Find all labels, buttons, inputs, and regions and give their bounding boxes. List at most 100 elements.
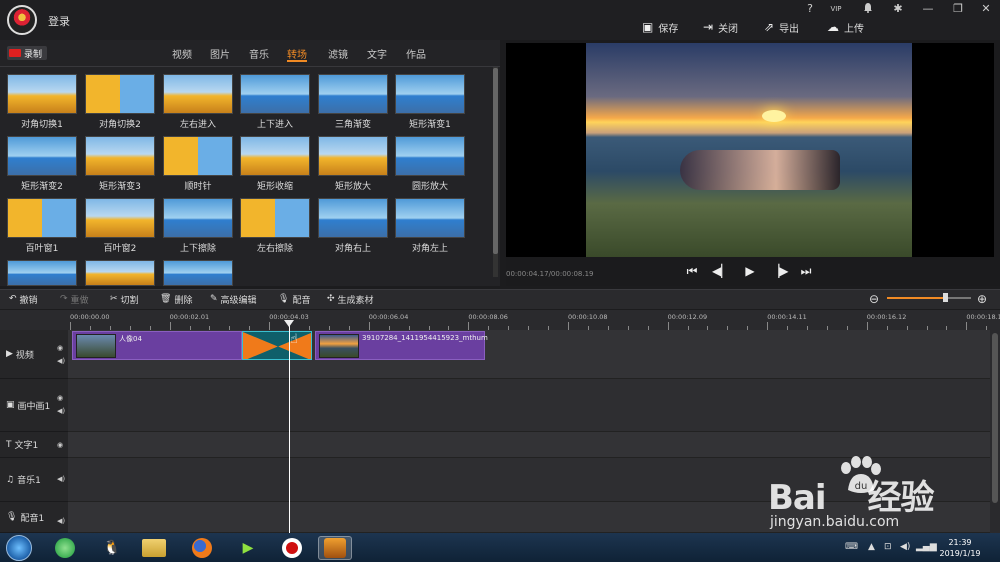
qq-icon[interactable]: 🐧 <box>95 536 129 560</box>
generate-button[interactable]: ✣ 生成素材 <box>327 293 374 306</box>
avatar[interactable] <box>7 5 37 35</box>
restore-icon[interactable]: ❐ <box>948 2 968 16</box>
tab-transition[interactable]: 转场 <box>287 46 307 62</box>
save-icon: ▣ <box>642 20 654 34</box>
ruler-tick-mark <box>348 326 350 330</box>
usb-icon[interactable]: ⊡ <box>884 542 892 552</box>
transition-thumbnail[interactable] <box>85 136 155 176</box>
delete-button[interactable]: 🗑 删除 <box>160 293 192 306</box>
ruler-tick-mark <box>468 322 470 330</box>
keyboard-icon[interactable]: ⌨ <box>845 542 858 552</box>
transition-thumbnail[interactable] <box>85 260 155 286</box>
transition-thumbnail[interactable] <box>7 74 77 114</box>
close-icon[interactable]: ✕ <box>976 2 996 16</box>
video-clip-1[interactable]: 人像04 <box>72 331 242 360</box>
preview-person <box>680 150 840 190</box>
file-explorer-icon[interactable] <box>137 536 171 560</box>
advanced-edit-button[interactable]: ✎ 高级编辑 <box>210 293 257 306</box>
bell-icon[interactable] <box>858 2 878 16</box>
step-back-icon[interactable]: ◀▏ <box>712 264 730 280</box>
library-scrollbar-thumb[interactable] <box>493 68 498 254</box>
app-icon[interactable] <box>318 536 352 560</box>
video-editor-icon[interactable]: ▶ <box>231 536 265 560</box>
pip-track-lane[interactable] <box>68 379 990 432</box>
transition-thumbnail[interactable] <box>85 198 155 238</box>
login-link[interactable]: 登录 <box>48 13 70 29</box>
speaker-icon[interactable]: ◀) <box>57 357 65 365</box>
360-browser-icon[interactable] <box>48 536 82 560</box>
folder-glyph <box>142 539 166 557</box>
zoom-slider-handle[interactable] <box>943 293 948 302</box>
ruler-tick-mark <box>209 326 211 330</box>
upload-button[interactable]: ☁ 上传 <box>827 19 864 35</box>
skip-end-icon[interactable]: ⏭ <box>798 264 814 280</box>
transition-thumbnail[interactable] <box>240 198 310 238</box>
zoom-out-icon[interactable]: ⊖ <box>869 292 879 306</box>
tab-works[interactable]: 作品 <box>406 46 426 62</box>
transition-clip[interactable] <box>242 331 312 360</box>
tab-video[interactable]: 视频 <box>172 46 192 62</box>
zoom-in-icon[interactable]: ⊕ <box>977 292 987 306</box>
transition-thumbnail[interactable] <box>240 136 310 176</box>
text-track-lane[interactable] <box>68 432 990 458</box>
playhead-handle[interactable] <box>284 320 294 327</box>
dub-button[interactable]: 🎙 配音 <box>278 293 310 306</box>
tab-image[interactable]: 图片 <box>210 46 230 62</box>
ruler-tick-mark <box>448 326 450 330</box>
speaker-icon[interactable]: ◀) <box>57 407 65 415</box>
playhead-line[interactable] <box>289 321 290 533</box>
tab-music[interactable]: 音乐 <box>249 46 269 62</box>
system-clock[interactable]: 21:39 2019/1/19 <box>930 537 990 559</box>
track-label: 画中画1 <box>17 401 51 412</box>
recorder-icon[interactable] <box>275 536 309 560</box>
eye-icon[interactable]: ◉ <box>57 344 63 352</box>
record-button[interactable]: 录制 <box>7 46 47 60</box>
speaker-icon[interactable]: ◀) <box>57 517 65 525</box>
edit-toolbar <box>0 289 1000 309</box>
timeline-scrollbar-thumb[interactable] <box>992 333 998 503</box>
cut-button[interactable]: ✂ 切割 <box>110 293 139 306</box>
tab-filter[interactable]: 滤镜 <box>328 46 348 62</box>
step-forward-icon[interactable]: ▕▶ <box>770 264 788 280</box>
volume-icon[interactable]: ◀) <box>900 542 910 552</box>
transition-thumbnail[interactable] <box>163 74 233 114</box>
transition-thumbnail[interactable] <box>7 136 77 176</box>
transition-thumbnail[interactable] <box>163 198 233 238</box>
svg-text:du: du <box>855 481 868 492</box>
ruler-tick-mark <box>189 326 191 330</box>
transition-label: 左右进入 <box>179 120 216 130</box>
transition-label: 矩形渐变3 <box>99 182 141 192</box>
transition-thumbnail[interactable] <box>85 74 155 114</box>
eye-icon[interactable]: ◉ <box>57 394 63 402</box>
undo-button[interactable]: ↶ 撤销 <box>9 293 38 306</box>
skip-start-icon[interactable]: ⏮ <box>684 264 700 280</box>
help-icon[interactable]: ? <box>800 2 820 16</box>
save-button[interactable]: ▣ 保存 <box>642 19 678 35</box>
play-icon[interactable]: ▶ <box>742 264 758 280</box>
transition-thumbnail[interactable] <box>318 74 388 114</box>
minimize-icon[interactable]: — <box>918 2 938 16</box>
firefox-icon[interactable] <box>185 536 219 560</box>
transition-thumbnail[interactable] <box>163 260 233 286</box>
transition-thumbnail[interactable] <box>240 74 310 114</box>
transition-thumbnail[interactable] <box>395 136 465 176</box>
transition-thumbnail[interactable] <box>163 136 233 176</box>
eye-icon[interactable]: ◉ <box>57 441 63 449</box>
exit-button[interactable]: ⇥ 关闭 <box>703 19 738 35</box>
show-hidden-icon[interactable]: ▲ <box>868 542 875 552</box>
transition-thumbnail[interactable] <box>7 198 77 238</box>
speaker-icon[interactable]: ◀) <box>57 475 65 483</box>
transition-thumbnail[interactable] <box>7 260 77 286</box>
export-button[interactable]: ⇗ 导出 <box>764 19 799 35</box>
transition-thumbnail[interactable] <box>318 136 388 176</box>
redo-button[interactable]: ↷ 重做 <box>60 293 89 306</box>
transition-thumbnail[interactable] <box>318 198 388 238</box>
tab-text[interactable]: 文字 <box>367 46 387 62</box>
video-clip-2[interactable]: 39107284_1411954415923_mthum <box>315 331 488 360</box>
pip-track-icon: ▣ <box>6 400 15 410</box>
transition-thumbnail[interactable] <box>395 74 465 114</box>
start-icon[interactable] <box>6 535 32 561</box>
vip-icon[interactable]: VIP <box>826 5 846 19</box>
transition-thumbnail[interactable] <box>395 198 465 238</box>
gear-icon[interactable]: ✱ <box>888 2 908 16</box>
